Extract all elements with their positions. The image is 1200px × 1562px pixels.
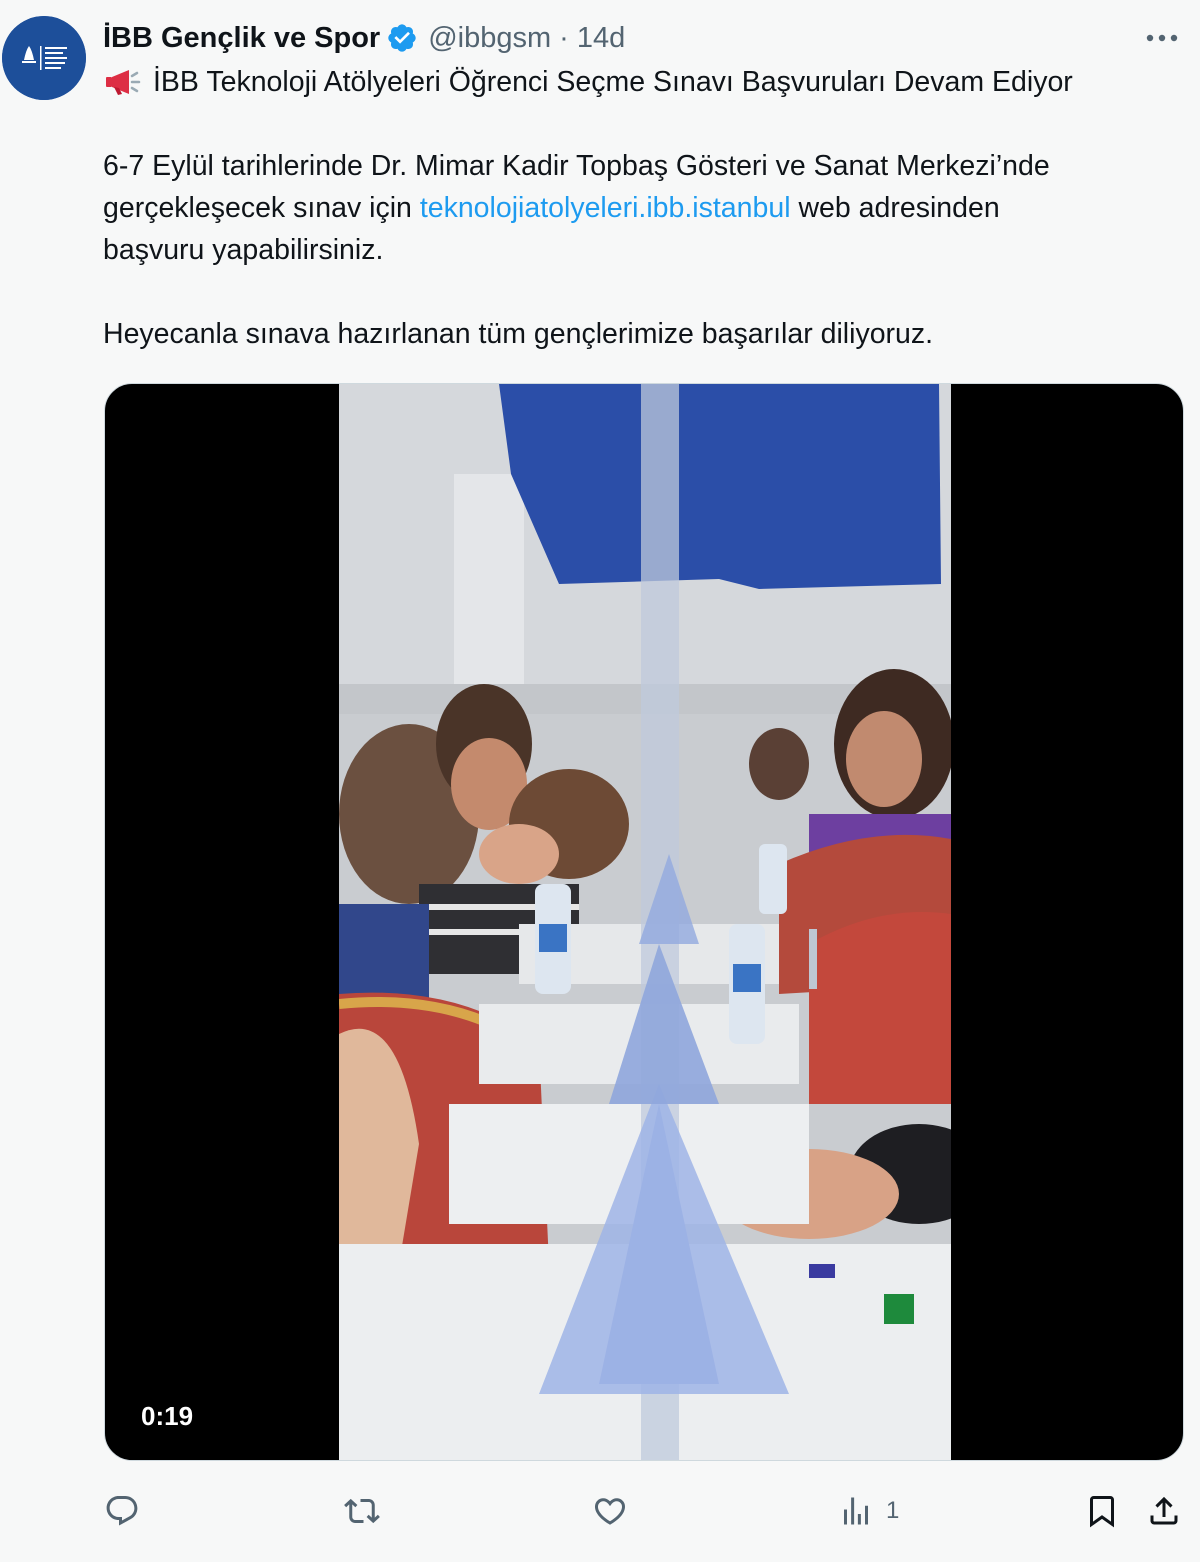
handle[interactable]: @ibbgsm: [428, 22, 551, 55]
tweet-headline: İBB Teknoloji Atölyeleri Öğrenci Seçme S…: [103, 61, 1180, 103]
body-line-2-end: web adresinden: [790, 192, 1000, 224]
timestamp[interactable]: 14d: [577, 22, 625, 55]
views-icon: [844, 1497, 868, 1525]
separator-dot: ·: [559, 21, 569, 54]
ibb-logo-icon[interactable]: [2, 16, 86, 100]
headline-text: İBB Teknoloji Atölyeleri Öğrenci Seçme S…: [153, 66, 1073, 98]
verified-badge-icon: [388, 24, 416, 52]
action-bar: 1: [104, 1488, 1184, 1534]
views-count: 1: [886, 1497, 900, 1524]
body-line-2-start: gerçekleşecek sınav için: [103, 192, 420, 224]
video-duration: 0:19: [141, 1401, 194, 1431]
megaphone-icon: [106, 70, 141, 95]
display-name[interactable]: İBB Gençlik ve Spor: [103, 22, 380, 55]
body-line-3: başvuru yapabilirsiniz.: [103, 234, 384, 266]
video-player[interactable]: 0:19: [104, 383, 1184, 1461]
heart-icon: [594, 1498, 626, 1525]
video-frame: [339, 384, 951, 1460]
tweet: İBB Gençlik ve Spor @ibbgsm · 14d İBB Te…: [0, 0, 1200, 1562]
body-line-2: gerçekleşecek sınav için teknolojiatolye…: [103, 187, 1180, 229]
views-button[interactable]: 1: [838, 1488, 899, 1534]
body-line-1: 6-7 Eylül tarihlerinde Dr. Mimar Kadir T…: [103, 150, 1050, 182]
bookmark-icon: [1090, 1496, 1114, 1528]
reply-icon: [106, 1496, 138, 1526]
reply-button[interactable]: [104, 1488, 140, 1534]
share-button[interactable]: [1146, 1488, 1182, 1534]
tweet-closing: Heyecanla sınava hazırlanan tüm gençleri…: [103, 318, 934, 350]
retweet-button[interactable]: [344, 1488, 380, 1534]
retweet-icon: [344, 1498, 380, 1524]
like-button[interactable]: [592, 1488, 628, 1534]
web-link[interactable]: teknolojiatolyeleri.ibb.istanbul: [420, 192, 791, 224]
tweet-body: 6-7 Eylül tarihlerinde Dr. Mimar Kadir T…: [103, 145, 1180, 271]
more-icon[interactable]: [1142, 20, 1182, 56]
tweet-header: İBB Gençlik ve Spor @ibbgsm · 14d: [103, 16, 1180, 60]
share-icon: [1150, 1496, 1178, 1525]
bookmark-button[interactable]: [1084, 1488, 1120, 1534]
